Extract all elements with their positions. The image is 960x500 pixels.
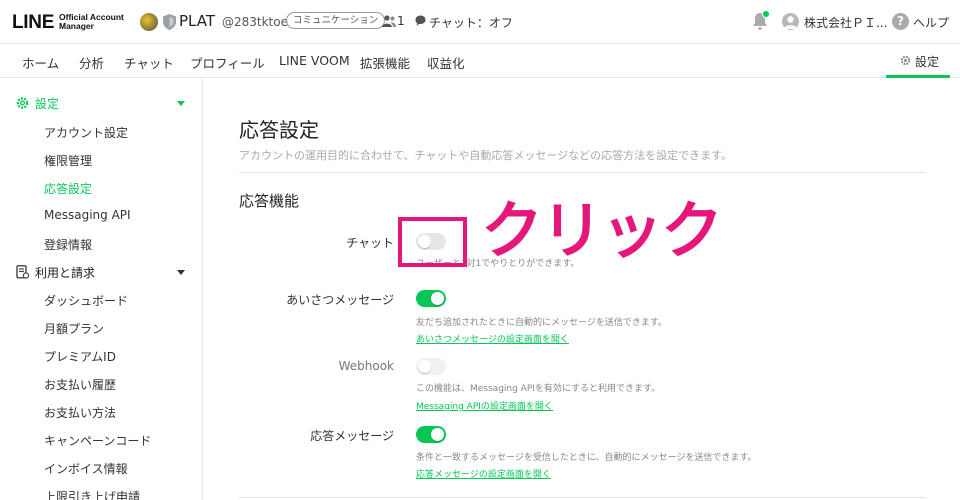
sidebar-item-registration-info[interactable]: 登録情報 bbox=[44, 236, 92, 253]
sidebar-item-invoice-info[interactable]: インボイス情報 bbox=[44, 460, 128, 477]
sidebar-item-campaign-code[interactable]: キャンペーンコード bbox=[44, 432, 151, 449]
sidebar-item-payment-history[interactable]: お支払い履歴 bbox=[44, 376, 116, 393]
tab-line-voom[interactable]: LINE VOOM bbox=[279, 53, 350, 68]
sidebar-group-label: 利用と請求 bbox=[35, 266, 96, 280]
tab-settings-label: 設定 bbox=[915, 55, 940, 69]
sidebar-item-permissions[interactable]: 権限管理 bbox=[44, 152, 92, 169]
sidebar-item-messaging-api[interactable]: Messaging API bbox=[44, 208, 131, 222]
sidebar-item-monthly-plan[interactable]: 月額プラン bbox=[44, 320, 104, 337]
section-title: 応答機能 bbox=[239, 192, 300, 210]
friends-count: 1 bbox=[397, 14, 405, 28]
logo-text: LINE bbox=[12, 12, 55, 33]
logo-subtext: Official Account Manager bbox=[59, 12, 124, 31]
user-name[interactable]: 株式会社ＰＩ... bbox=[804, 14, 887, 31]
sidebar-item-response-settings[interactable]: 応答設定 bbox=[44, 180, 92, 197]
tab-chat[interactable]: チャット bbox=[124, 53, 174, 72]
webhook-help-text: この機能は、Messaging APIを有効にすると利用できます。 bbox=[416, 384, 661, 394]
account-name[interactable]: PLAT bbox=[179, 12, 215, 30]
greeting-settings-link[interactable]: あいさつメッセージの設定画面を開く bbox=[416, 332, 569, 345]
chevron-down-icon[interactable] bbox=[177, 270, 185, 275]
top-header: LINE Official Account Manager PLAT @283t… bbox=[0, 0, 960, 44]
page-description: アカウントの運用目的に合わせて、チャットや自動応答メッセージなどの応答方法を設定… bbox=[239, 149, 733, 162]
click-annotation-label: クリック bbox=[481, 194, 723, 267]
user-avatar-icon[interactable] bbox=[782, 13, 799, 30]
chat-bubble-icon bbox=[415, 15, 426, 26]
account-id: @283tktoe bbox=[222, 15, 288, 29]
sidebar-item-payment-method[interactable]: お支払い方法 bbox=[44, 404, 116, 421]
click-highlight-box bbox=[398, 217, 467, 267]
greeting-help-text: 友だち追加されたときに自動的にメッセージを送信できます。 bbox=[416, 318, 667, 328]
greeting-toggle[interactable] bbox=[416, 290, 446, 307]
auto-response-toggle[interactable] bbox=[416, 426, 446, 443]
gear-icon bbox=[16, 97, 29, 109]
tab-analytics[interactable]: 分析 bbox=[79, 53, 104, 72]
greeting-row-label: あいさつメッセージ bbox=[286, 293, 394, 307]
page-title: 応答設定 bbox=[239, 118, 319, 142]
notification-dot bbox=[762, 10, 770, 18]
divider bbox=[239, 172, 926, 173]
help-icon[interactable]: ? bbox=[892, 13, 909, 30]
tab-settings[interactable]: 設定 bbox=[886, 44, 950, 78]
tab-monetization[interactable]: 収益化 bbox=[427, 53, 465, 72]
account-category-badge: コミュニケーション bbox=[286, 12, 386, 29]
chat-status[interactable]: チャット：オフ bbox=[429, 14, 513, 31]
auto-response-help-text: 条件と一致するメッセージを受信したときに、自動的にメッセージを送信できます。 bbox=[416, 453, 757, 463]
divider bbox=[239, 497, 926, 498]
friends-icon bbox=[382, 15, 396, 27]
sidebar-item-premium-id[interactable]: プレミアムID bbox=[44, 348, 116, 365]
auto-response-row-label: 応答メッセージ bbox=[310, 429, 394, 443]
tab-extensions[interactable]: 拡張機能 bbox=[360, 53, 410, 72]
gear-icon bbox=[900, 55, 911, 66]
account-avatar[interactable] bbox=[140, 13, 158, 31]
tab-profile[interactable]: プロフィール bbox=[190, 53, 265, 72]
help-link[interactable]: ヘルプ bbox=[913, 14, 949, 31]
sidebar-item-dashboard[interactable]: ダッシュボード bbox=[44, 292, 128, 309]
document-icon bbox=[16, 265, 29, 279]
sidebar-item-account-settings[interactable]: アカウント設定 bbox=[44, 124, 128, 141]
main-nav: ホーム 分析 チャット プロフィール LINE VOOM 拡張機能 収益化 bbox=[0, 44, 960, 78]
shield-icon bbox=[163, 14, 176, 30]
chevron-down-icon[interactable] bbox=[177, 101, 185, 106]
sidebar-item-limit-increase[interactable]: 上限引き上げ申請 bbox=[44, 488, 140, 500]
toggle-knob bbox=[431, 428, 444, 441]
auto-response-settings-link[interactable]: 応答メッセージの設定画面を開く bbox=[416, 467, 551, 480]
toggle-knob bbox=[431, 292, 444, 305]
messaging-api-settings-link[interactable]: Messaging APIの設定画面を開く bbox=[416, 399, 553, 412]
chat-row-label: チャット bbox=[346, 236, 394, 250]
toggle-knob bbox=[418, 360, 431, 373]
webhook-row-label: Webhook bbox=[338, 359, 394, 373]
sidebar-group-label: 設定 bbox=[35, 97, 60, 111]
tab-home[interactable]: ホーム bbox=[22, 53, 59, 72]
webhook-toggle[interactable] bbox=[416, 358, 446, 375]
